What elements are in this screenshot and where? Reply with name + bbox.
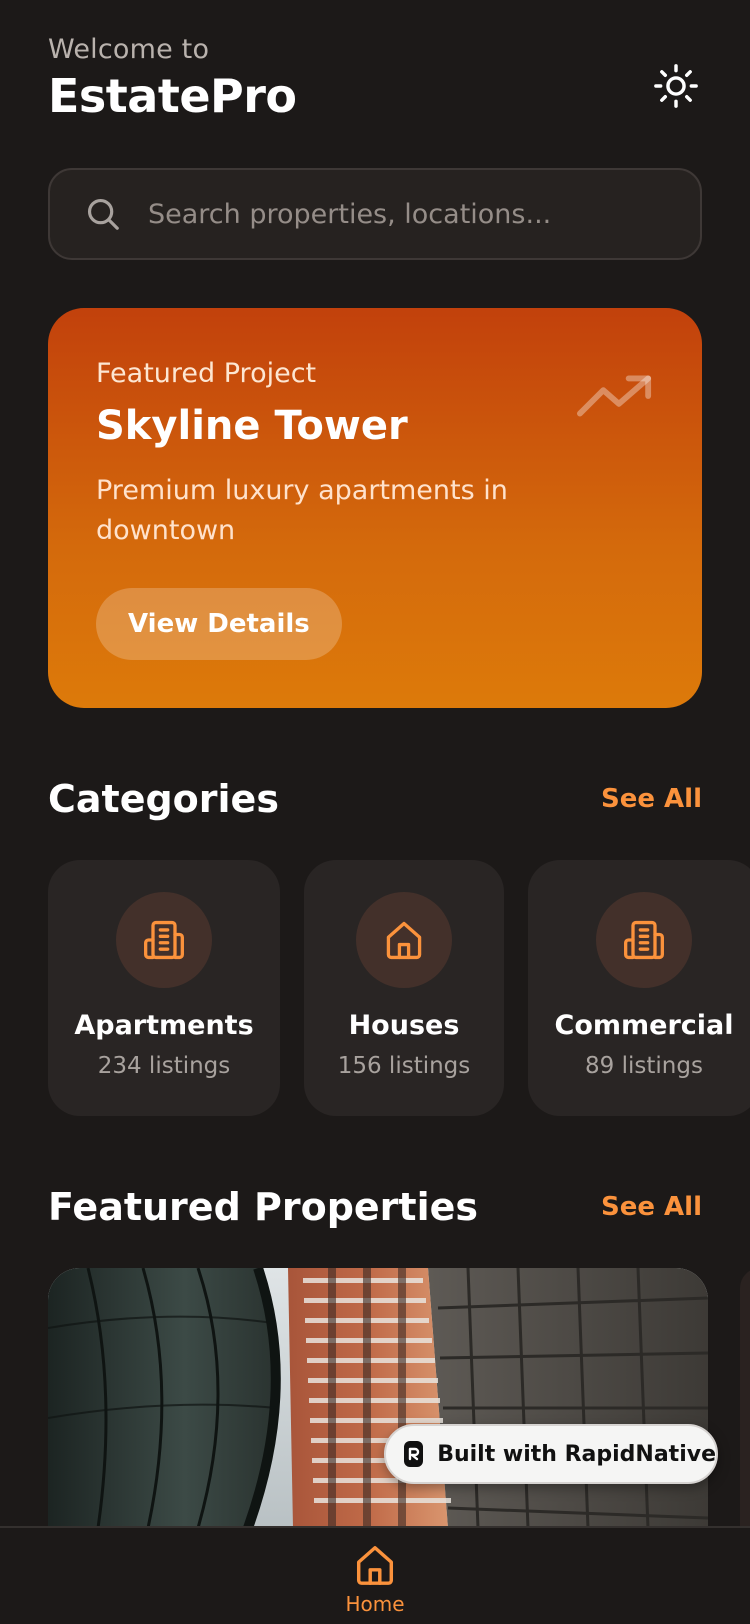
category-name: Apartments [74,1010,254,1041]
category-card-apartments[interactable]: Apartments 234 listings [48,860,280,1116]
app-title: EstatePro [48,69,297,123]
categories-header: Categories See All [48,774,702,824]
category-count: 89 listings [585,1053,703,1079]
welcome-text: Welcome to [48,34,210,65]
trending-up-icon [576,375,652,417]
built-with-label: Built with RapidNative [437,1441,716,1467]
category-count: 234 listings [97,1053,231,1079]
category-icon-wrap [116,892,212,988]
home-screen: Welcome to EstatePro Featured Project [0,0,750,1624]
featured-properties-see-all-link[interactable]: See All [601,1192,702,1222]
categories-title: Categories [48,777,279,821]
featured-title: Skyline Tower [96,403,408,449]
nav-label-home: Home [345,1592,405,1616]
category-icon-wrap [596,892,692,988]
building-icon [144,920,184,960]
property-card-next[interactable] [740,1268,750,1528]
search-bar[interactable] [48,168,702,260]
property-card[interactable] [48,1268,708,1528]
house-icon [386,921,422,960]
sun-icon [654,64,698,108]
category-card-houses[interactable]: Houses 156 listings [304,860,504,1116]
featured-properties-title: Featured Properties [48,1185,478,1229]
search-input[interactable] [148,198,700,230]
nav-item-home[interactable]: Home [335,1542,415,1616]
featured-eyebrow: Featured Project [96,358,317,389]
category-name: Commercial [554,1010,734,1041]
rapidnative-logo-icon [404,1441,424,1467]
category-count: 156 listings [337,1053,471,1079]
home-icon [356,1546,394,1585]
featured-description: Premium luxury apartments in downtown [96,475,508,546]
theme-toggle-button[interactable] [650,60,702,112]
categories-see-all-link[interactable]: See All [601,784,702,814]
featured-properties-header: Featured Properties See All [48,1182,702,1232]
header: Welcome to EstatePro [48,34,702,134]
bottom-navigation: Home [0,1526,750,1624]
property-image [48,1268,708,1528]
featured-project-card[interactable]: Featured Project Skyline Tower Premium l… [48,308,702,708]
category-icon-wrap [356,892,452,988]
category-name: Houses [348,1010,460,1041]
building-icon [624,920,664,960]
search-icon [87,198,119,230]
categories-list: Apartments 234 listings Houses 156 listi… [48,860,750,1116]
category-card-commercial[interactable]: Commercial 89 listings [528,860,750,1116]
view-details-button[interactable]: View Details [96,588,342,660]
built-with-badge[interactable]: Built with RapidNative [384,1424,718,1484]
